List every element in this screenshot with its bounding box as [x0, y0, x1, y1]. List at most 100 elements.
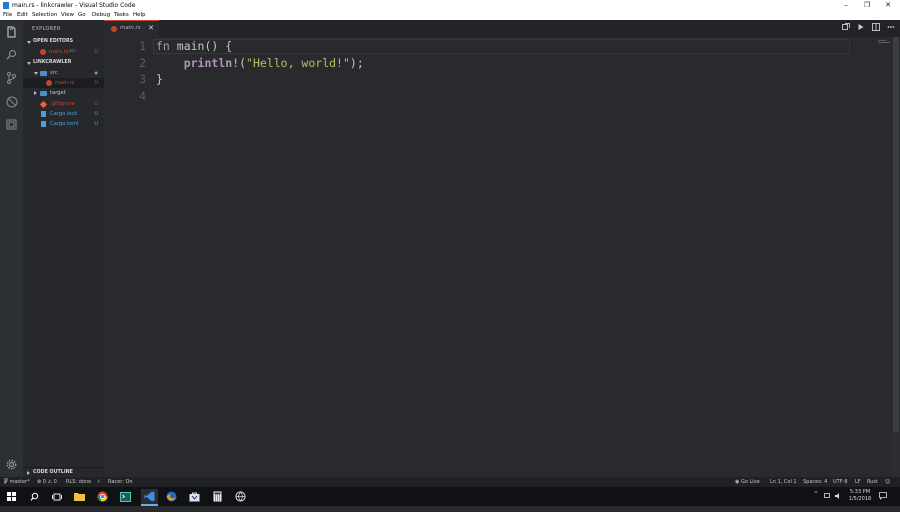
- debug-icon[interactable]: [5, 95, 18, 108]
- calculator-icon[interactable]: [211, 490, 224, 503]
- go-live-button[interactable]: ◉ Go Live: [735, 477, 760, 487]
- menu-view[interactable]: View: [61, 11, 74, 20]
- open-changes-icon[interactable]: [842, 23, 850, 32]
- indentation[interactable]: Spaces: 4: [803, 477, 827, 487]
- volume-icon[interactable]: [835, 493, 842, 512]
- vscode-logo-icon: [3, 2, 9, 9]
- menu-edit[interactable]: Edit: [17, 11, 28, 20]
- chevron-down-icon: [27, 62, 31, 65]
- vertical-scrollbar[interactable]: [892, 37, 900, 477]
- activity-bar: [0, 20, 23, 477]
- rls-status[interactable]: RLS: done: [66, 477, 91, 487]
- close-window-button[interactable]: ✕: [877, 0, 899, 11]
- clock-time: 5:33 PM: [849, 489, 871, 495]
- open-editor-item[interactable]: main.rs src U: [23, 47, 104, 57]
- menu-bar: File Edit Selection View Go Debug Tasks …: [0, 11, 900, 20]
- lightning-icon: ⚡: [97, 479, 101, 485]
- encoding[interactable]: UTF-8: [833, 477, 848, 487]
- web-app-icon[interactable]: [234, 490, 247, 503]
- search-icon[interactable]: [5, 48, 18, 61]
- language-mode[interactable]: Rust: [867, 477, 878, 487]
- source-control-icon[interactable]: [5, 71, 18, 84]
- chevron-right-icon: [27, 471, 30, 475]
- git-branch-icon: [4, 478, 8, 484]
- vscode-taskbar-icon[interactable]: [141, 489, 158, 506]
- tab-main-rs[interactable]: main.rs ✕: [104, 20, 159, 37]
- broadcast-icon: ◉: [735, 479, 740, 485]
- code-line: }: [156, 72, 163, 86]
- chevron-down-icon: [34, 72, 38, 75]
- tree-item-target[interactable]: target: [23, 88, 104, 98]
- cursor-position[interactable]: Ln 1, Col 1: [770, 477, 797, 487]
- restore-button[interactable]: ❐: [856, 0, 878, 11]
- scrollbar-thumb[interactable]: [893, 37, 899, 432]
- notifications-icon[interactable]: [879, 492, 887, 511]
- close-tab-icon[interactable]: ✕: [148, 24, 154, 32]
- file-explorer-icon[interactable]: [73, 490, 86, 503]
- rust-file-icon: [40, 49, 46, 55]
- current-line-highlight: [153, 39, 850, 54]
- windows-taskbar: ⌃ 5:33 PM 1/5/2018: [0, 487, 900, 506]
- windows-start-icon[interactable]: [5, 490, 18, 503]
- code-token: (: [239, 56, 247, 70]
- git-file-icon: [39, 100, 48, 109]
- sidebar-header: EXPLORER: [32, 26, 61, 32]
- run-icon[interactable]: [857, 23, 865, 32]
- chevron-down-icon: [27, 41, 31, 44]
- store-icon[interactable]: [188, 490, 201, 503]
- firefox-icon[interactable]: [165, 490, 178, 503]
- minimap-line: [878, 42, 890, 43]
- branch-indicator[interactable]: master*: [4, 477, 30, 487]
- tray-overflow-icon[interactable]: ⌃: [813, 490, 819, 509]
- menu-selection[interactable]: Selection: [32, 11, 57, 20]
- menu-file[interactable]: File: [3, 11, 12, 20]
- indent-token: [156, 56, 184, 70]
- menu-help[interactable]: Help: [133, 11, 146, 20]
- line-number: 2: [139, 56, 146, 70]
- file-icon: [41, 111, 46, 117]
- more-actions-icon[interactable]: [887, 23, 895, 32]
- end-of-line[interactable]: LF: [855, 477, 861, 487]
- menu-debug[interactable]: Debug: [92, 11, 110, 20]
- code-editor[interactable]: 1 2 3 4 fn main() { println!("Hello, wor…: [104, 37, 892, 477]
- chevron-right-icon: [34, 91, 37, 95]
- network-icon[interactable]: [824, 493, 831, 512]
- status-bar: master* ⊗ 0 ⚠ 0 RLS: done ⚡ Racer: On ◉ …: [0, 477, 900, 487]
- rust-file-icon: [111, 26, 117, 32]
- keyword-token: fn: [156, 39, 170, 53]
- extensions-icon[interactable]: [5, 118, 18, 131]
- open-editors-section[interactable]: OPEN EDITORS: [23, 37, 104, 47]
- tree-item-main-rs[interactable]: main.rs U: [23, 78, 104, 88]
- task-view-icon[interactable]: [50, 490, 63, 503]
- project-section[interactable]: LINKCRAWLER: [23, 58, 104, 68]
- folder-icon: [40, 91, 47, 96]
- terminal-app-icon[interactable]: [119, 490, 132, 503]
- system-clock[interactable]: 5:33 PM 1/5/2018: [847, 489, 873, 508]
- folder-open-icon: [40, 71, 47, 76]
- tab-bar: main.rs ✕: [104, 20, 900, 37]
- window-title: main.rs - linkcrawler - Visual Studio Co…: [12, 2, 136, 9]
- tree-item-src[interactable]: src ●: [23, 68, 104, 78]
- racer-status[interactable]: Racer: On: [108, 477, 133, 487]
- menu-go[interactable]: Go: [78, 11, 86, 20]
- macro-token: println!: [183, 56, 240, 70]
- tree-item-gitignore[interactable]: .gitignore U: [23, 99, 104, 109]
- code-line: fn main() {: [156, 39, 232, 53]
- menu-tasks[interactable]: Tasks: [114, 11, 129, 20]
- file-icon: [41, 121, 46, 127]
- split-editor-icon[interactable]: [872, 23, 880, 32]
- tree-item-cargo-toml[interactable]: Cargo.toml U: [23, 119, 104, 129]
- minimize-button[interactable]: –: [835, 0, 857, 11]
- tree-item-cargo-lock[interactable]: Cargo.lock U: [23, 109, 104, 119]
- line-number: 4: [139, 89, 146, 103]
- search-icon[interactable]: [28, 490, 41, 503]
- chrome-icon[interactable]: [96, 490, 109, 503]
- code-token: );: [349, 56, 364, 70]
- minimap-line: [878, 40, 886, 41]
- problems-indicator[interactable]: ⊗ 0 ⚠ 0: [37, 477, 57, 487]
- smiley-feedback-icon[interactable]: ☺: [885, 477, 890, 487]
- string-token: "Hello, world!": [246, 56, 350, 70]
- explorer-icon[interactable]: [5, 25, 18, 38]
- clock-date: 1/5/2018: [848, 496, 872, 502]
- settings-gear-icon[interactable]: [5, 458, 18, 471]
